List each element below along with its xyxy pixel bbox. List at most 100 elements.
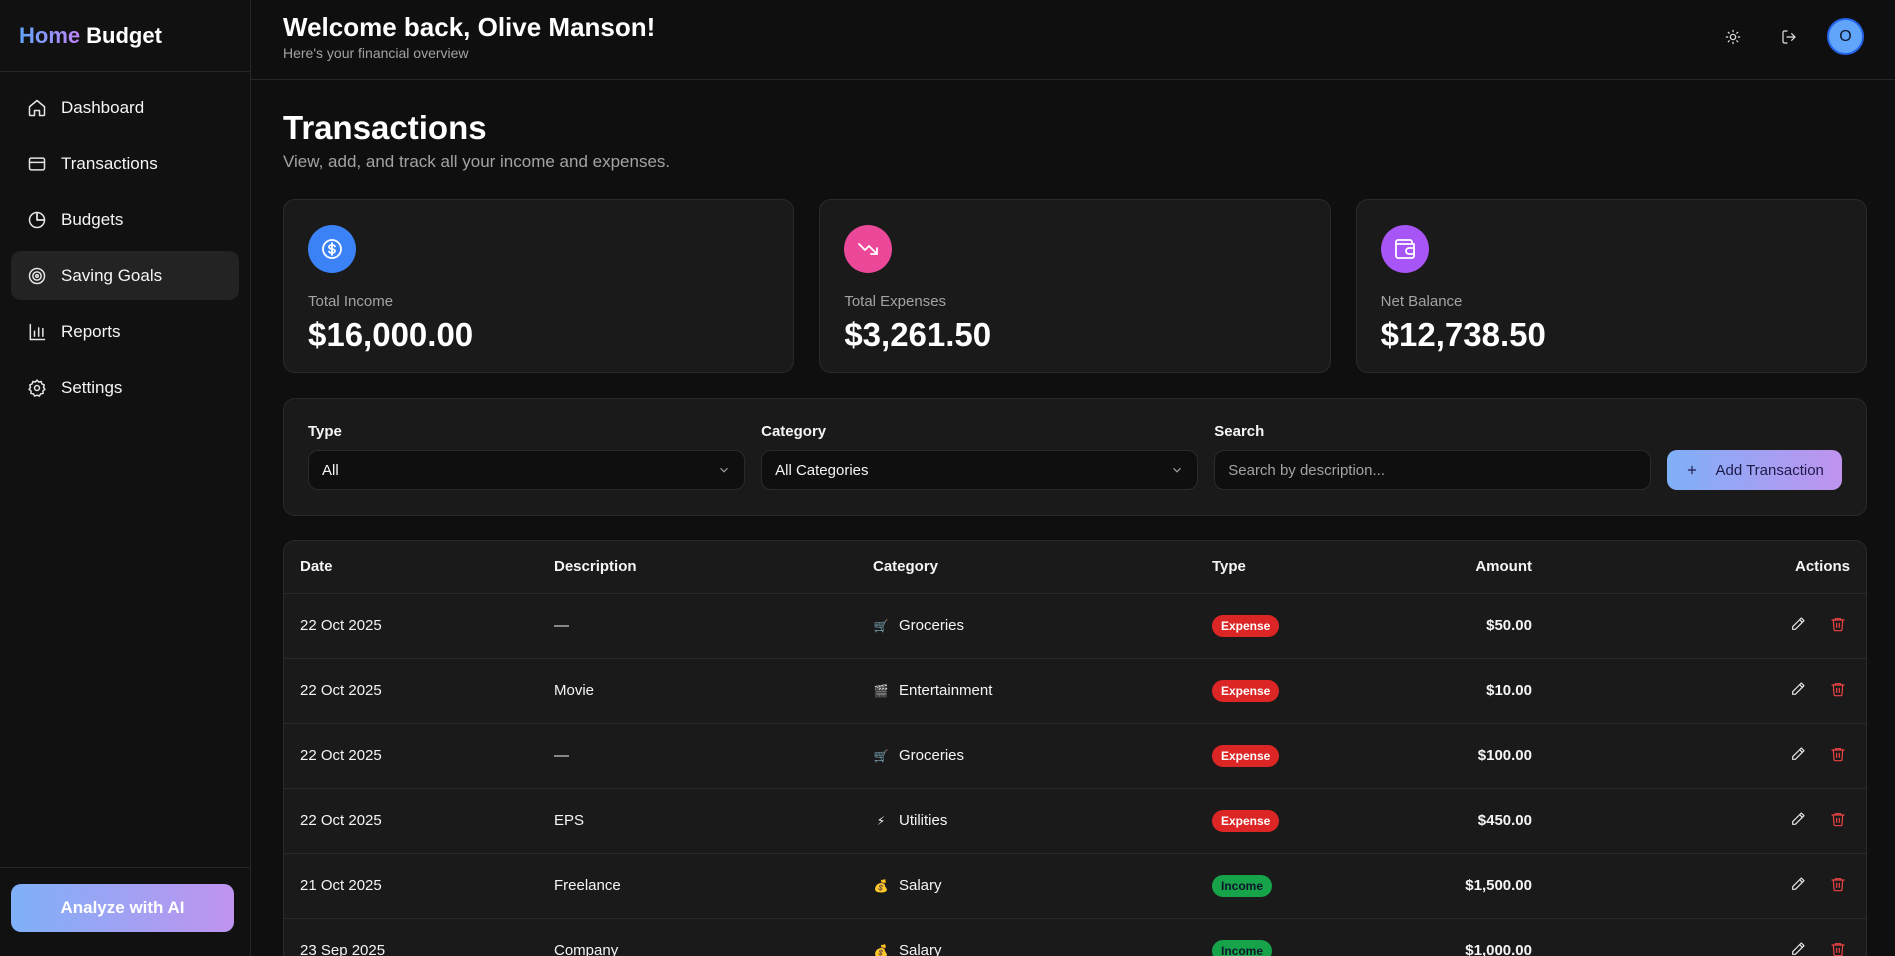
cell-description: — <box>538 723 857 789</box>
sidebar-item-label: Saving Goals <box>61 265 163 285</box>
category-icon: 💰 <box>873 878 889 893</box>
search-filter: Search <box>1214 423 1652 490</box>
column-header-amount: Amount <box>1416 541 1556 594</box>
sidebar-item-label: Dashboard <box>61 97 145 117</box>
theme-toggle-button[interactable] <box>1715 19 1751 55</box>
sidebar-nav: Dashboard Transactions Budgets Saving Go… <box>0 72 250 412</box>
sidebar-item-label: Transactions <box>61 153 158 173</box>
edit-button[interactable] <box>1790 746 1806 766</box>
cell-amount: $450.00 <box>1416 788 1556 854</box>
stat-label: Net Balance <box>1380 293 1463 310</box>
cell-description: — <box>538 593 857 659</box>
stat-value: $16,000.00 <box>308 316 474 353</box>
edit-button[interactable] <box>1790 811 1806 831</box>
edit-button[interactable] <box>1790 681 1806 701</box>
search-field <box>1214 450 1652 490</box>
pencil-icon <box>1792 811 1805 825</box>
cell-actions <box>1556 788 1866 854</box>
cell-category: 🎬 Entertainment <box>857 658 1196 724</box>
sidebar-item-budgets[interactable]: Budgets <box>11 195 239 244</box>
avatar[interactable]: O <box>1827 18 1864 55</box>
category-filter: Category All Categories <box>761 423 1199 490</box>
cell-date: 22 Oct 2025 <box>284 723 538 789</box>
column-header-category: Category <box>857 541 1196 594</box>
cell-actions <box>1556 658 1866 724</box>
category-select[interactable]: All Categories <box>761 450 1199 490</box>
category-label: Salary <box>899 877 942 894</box>
cell-actions <box>1556 723 1866 789</box>
type-badge: Expense <box>1212 679 1280 702</box>
table-header-row: Date Description Category Type Amount Ac… <box>284 541 1866 594</box>
trash-icon <box>1831 617 1845 631</box>
sidebar-item-transactions[interactable]: Transactions <box>11 139 239 188</box>
brand-logo[interactable]: Home Budget <box>0 0 250 72</box>
stat-label: Total Income <box>308 293 394 310</box>
welcome-subtitle: Here's your financial overview <box>283 45 469 61</box>
wallet-icon <box>1394 239 1415 259</box>
cell-description: EPS <box>538 788 857 854</box>
filters-panel: Type All Category All Categories Search <box>283 398 1867 516</box>
table-row: 22 Oct 2025 — 🛒 Groceries Expense $50.00 <box>284 593 1866 659</box>
delete-button[interactable] <box>1830 681 1846 701</box>
logout-button[interactable] <box>1771 19 1807 55</box>
cell-date: 23 Sep 2025 <box>284 918 538 956</box>
type-select-value: All <box>322 461 339 479</box>
target-icon <box>28 267 46 284</box>
category-label: Groceries <box>899 747 965 764</box>
pencil-icon <box>1792 746 1805 760</box>
cell-actions <box>1556 918 1866 956</box>
chevron-down-icon <box>720 467 729 473</box>
edit-button[interactable] <box>1790 876 1806 896</box>
stat-icon-wrap <box>308 225 356 273</box>
delete-button[interactable] <box>1830 616 1846 636</box>
category-label: Salary <box>899 942 942 956</box>
delete-button[interactable] <box>1830 941 1846 956</box>
analyze-with-ai-button[interactable]: Analyze with AI <box>11 884 234 932</box>
sidebar-item-dashboard[interactable]: Dashboard <box>11 83 239 132</box>
top-actions: O <box>1695 18 1864 55</box>
sidebar-item-reports[interactable]: Reports <box>11 307 239 356</box>
delete-button[interactable] <box>1830 746 1846 766</box>
type-filter-label: Type <box>308 423 342 440</box>
category-icon: 💰 <box>873 943 889 956</box>
edit-button[interactable] <box>1790 616 1806 636</box>
logout-icon <box>1782 29 1796 44</box>
stats-row: Total Income $16,000.00 Total Expenses $… <box>283 199 1867 373</box>
cell-date: 22 Oct 2025 <box>284 593 538 659</box>
pie-chart-icon <box>28 211 46 228</box>
delete-button[interactable] <box>1830 811 1846 831</box>
cell-type: Income <box>1196 918 1416 956</box>
category-icon: 🛒 <box>873 618 889 633</box>
chevron-down-icon <box>1173 467 1182 473</box>
table-row: 22 Oct 2025 Movie 🎬 Entertainment Expense… <box>284 658 1866 724</box>
delete-button[interactable] <box>1830 876 1846 896</box>
type-badge: Expense <box>1212 809 1280 832</box>
cell-type: Income <box>1196 853 1416 919</box>
stat-icon-wrap <box>1380 225 1429 273</box>
category-filter-label: Category <box>761 423 827 440</box>
welcome-block: Welcome back, Olive Manson! Here's your … <box>283 12 655 61</box>
type-select[interactable]: All <box>308 450 746 490</box>
sidebar-item-settings[interactable]: Settings <box>11 363 239 412</box>
column-header-type: Type <box>1196 541 1416 594</box>
sidebar-item-saving-goals[interactable]: Saving Goals <box>11 251 239 300</box>
cell-amount: $100.00 <box>1416 723 1556 789</box>
cell-amount: $1,000.00 <box>1416 918 1556 956</box>
type-filter: Type All <box>308 423 746 490</box>
cell-date: 22 Oct 2025 <box>284 658 538 724</box>
search-input[interactable] <box>1228 461 1638 479</box>
main-content: Welcome back, Olive Manson! Here's your … <box>251 0 1895 956</box>
type-badge: Expense <box>1212 614 1280 637</box>
trash-icon <box>1831 877 1845 891</box>
cell-category: 💰 Salary <box>857 918 1196 956</box>
pencil-icon <box>1792 681 1805 695</box>
cell-description: Movie <box>538 658 857 724</box>
table-row: 22 Oct 2025 — 🛒 Groceries Expense $100.00 <box>284 723 1866 789</box>
pencil-icon <box>1792 876 1805 890</box>
trash-icon <box>1831 942 1845 956</box>
add-transaction-label: Add Transaction <box>1715 461 1824 479</box>
cell-type: Expense <box>1196 788 1416 854</box>
edit-button[interactable] <box>1790 941 1806 956</box>
cell-amount: $50.00 <box>1416 593 1556 659</box>
add-transaction-button[interactable]: Add Transaction <box>1667 450 1843 490</box>
